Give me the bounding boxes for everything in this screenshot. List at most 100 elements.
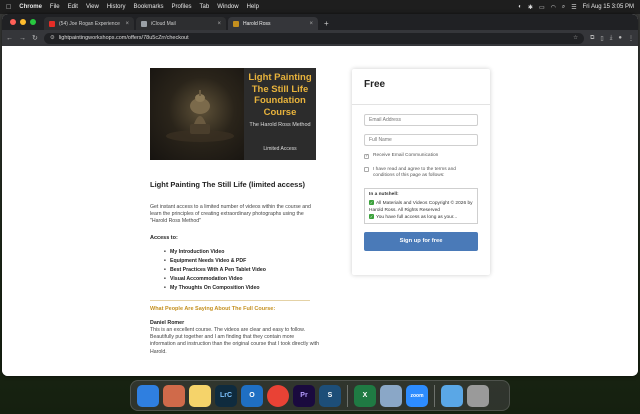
url-text[interactable]: lightpaintingworkshops.com/offers/78u5cZ…	[59, 35, 189, 41]
surfshark-icon[interactable]: S	[319, 384, 341, 407]
tab-label: iCloud Mail	[151, 20, 176, 27]
hero-text: Light Painting The Still Life Foundation…	[244, 68, 316, 160]
checkout-form: Receive Email Communication I have read …	[352, 105, 490, 251]
control-center-icon[interactable]: ☰	[571, 4, 576, 11]
dock-separator	[347, 384, 348, 407]
menu-profiles[interactable]: Profiles	[172, 4, 192, 10]
price-label: Free	[364, 79, 386, 90]
nutshell-heading: In a nutshell:	[369, 191, 399, 197]
menu-bookmarks[interactable]: Bookmarks	[134, 4, 164, 10]
course-hero-banner: Light Painting The Still Life Foundation…	[150, 68, 316, 160]
access-list: My Introduction Video Equipment Needs Vi…	[164, 248, 320, 294]
terms-label: I have read and agree to the terms and c…	[373, 166, 456, 179]
dock-separator	[434, 384, 435, 407]
close-tab-icon[interactable]: ×	[125, 21, 129, 27]
sidebar-icon[interactable]: ▯	[600, 35, 603, 42]
course-title: Light Painting The Still Life (limited a…	[150, 180, 306, 189]
hero-subtitle: The Harold Ross Method	[249, 122, 311, 128]
ornament-illustration	[166, 90, 234, 142]
zoom-icon[interactable]: zoom	[406, 384, 428, 407]
receive-email-row[interactable]: Receive Email Communication	[364, 153, 478, 160]
receive-email-label: Receive Email Communication	[373, 153, 439, 158]
menu-history[interactable]: History	[107, 4, 126, 10]
close-window-button[interactable]	[10, 19, 16, 25]
tab-joe-rogan[interactable]: (54) Joe Rogan Experience ×	[44, 17, 134, 30]
preview-icon[interactable]	[380, 384, 402, 407]
course-description: Light Painting The Still Life (limited a…	[150, 180, 320, 356]
bluetooth-icon[interactable]: ✱	[528, 4, 533, 11]
dock: LrC O Pr S X zoom	[130, 380, 510, 411]
search-icon[interactable]: ⌕	[562, 4, 565, 11]
site-favicon-icon	[233, 20, 239, 27]
nutshell-item-text: You have full access as long as your...	[376, 215, 458, 220]
check-icon: ✓	[369, 200, 374, 205]
forward-icon[interactable]: →	[19, 35, 26, 42]
checkout-card: Free Receive Email Communication I have …	[352, 69, 490, 275]
new-tab-button[interactable]: +	[320, 17, 333, 30]
reviewer-name: Daniel Romer	[150, 319, 185, 326]
sign-up-button[interactable]: Sign up for free	[364, 231, 478, 251]
window-controls	[10, 14, 36, 30]
bookmark-star-icon[interactable]: ☆	[573, 35, 578, 41]
finder-icon[interactable]	[137, 384, 159, 407]
status-icon[interactable]: ◐	[518, 4, 522, 10]
terms-scrollbox[interactable]: In a nutshell: ✓ All Materials and Videos…	[364, 187, 478, 224]
nutshell-item: ✓ All Materials and Videos Copyright © 20…	[369, 200, 473, 214]
apple-icon[interactable]: 	[6, 4, 11, 11]
launchpad-icon[interactable]	[163, 384, 185, 407]
divider	[150, 299, 310, 301]
tab-strip: (54) Joe Rogan Experience × iCloud Mail …	[2, 14, 638, 30]
course-summary: Get instant access to a limited number o…	[150, 204, 311, 225]
download-icon[interactable]: ⤓	[610, 35, 613, 42]
zoom-window-button[interactable]	[30, 19, 36, 25]
close-tab-icon[interactable]: ×	[309, 21, 313, 27]
receive-email-checkbox[interactable]	[364, 153, 369, 159]
list-item: Visual Accommodation Video	[164, 275, 320, 284]
outlook-icon[interactable]: O	[241, 384, 263, 407]
back-icon[interactable]: ←	[6, 35, 13, 42]
terms-row[interactable]: I have read and agree to the terms and c…	[364, 167, 478, 180]
extensions-icon[interactable]: ⧉	[590, 35, 594, 42]
menu-edit[interactable]: Edit	[68, 4, 78, 10]
checkout-page: Light Painting The Still Life Foundation…	[2, 46, 638, 376]
profile-icon[interactable]: ●	[618, 35, 622, 41]
nutshell-item: ✓ You have full access as long as your...	[369, 214, 473, 222]
close-tab-icon[interactable]: ×	[217, 21, 221, 27]
list-item: Equipment Needs Video & PDF	[164, 257, 320, 266]
tab-label: (54) Joe Rogan Experience	[59, 20, 120, 27]
excel-icon[interactable]: X	[354, 384, 376, 407]
tab-label: Harold Ross	[243, 20, 271, 27]
notes-icon[interactable]	[189, 384, 211, 407]
access-heading: Access to:	[150, 234, 178, 241]
premiere-icon[interactable]: Pr	[293, 384, 315, 407]
full-name-field[interactable]	[364, 134, 478, 146]
menu-view[interactable]: View	[86, 4, 99, 10]
trash-icon[interactable]	[467, 384, 489, 407]
wifi-icon[interactable]: ◠	[551, 4, 556, 11]
lightroom-icon[interactable]: LrC	[215, 384, 237, 407]
browser-toolbar: ← → ↻ ⚙ lightpaintingworkshops.com/offer…	[2, 30, 638, 46]
site-info-icon[interactable]: ⚙	[50, 35, 55, 41]
address-bar[interactable]: ⚙ lightpaintingworkshops.com/offers/78u5…	[43, 32, 585, 44]
still-life-photo	[150, 68, 244, 160]
chrome-icon[interactable]	[267, 384, 289, 407]
menu-help[interactable]: Help	[247, 4, 259, 10]
testimonials-heading: What People Are Saying About The Full Co…	[150, 305, 276, 312]
menu-window[interactable]: Window	[217, 4, 238, 10]
email-field[interactable]	[364, 114, 478, 126]
battery-icon[interactable]: ▭	[539, 4, 545, 11]
menu-file[interactable]: File	[50, 4, 60, 10]
tab-icloud-mail[interactable]: iCloud Mail ×	[136, 17, 226, 30]
menu-clock[interactable]: Fri Aug 15 3:05 PM	[583, 4, 634, 10]
hero-access-label: Limited Access	[263, 146, 297, 152]
minimize-window-button[interactable]	[20, 19, 26, 25]
browser-window: (54) Joe Rogan Experience × iCloud Mail …	[2, 14, 638, 376]
menu-dots-icon[interactable]: ⋮	[628, 35, 634, 42]
downloads-folder-icon[interactable]	[441, 384, 463, 407]
terms-checkbox[interactable]	[364, 167, 369, 172]
tab-harold-ross[interactable]: Harold Ross ×	[228, 17, 318, 30]
reload-icon[interactable]: ↻	[32, 34, 38, 42]
menu-tab[interactable]: Tab	[200, 4, 210, 10]
icloud-icon	[141, 20, 147, 27]
menu-app-name[interactable]: Chrome	[19, 4, 42, 10]
